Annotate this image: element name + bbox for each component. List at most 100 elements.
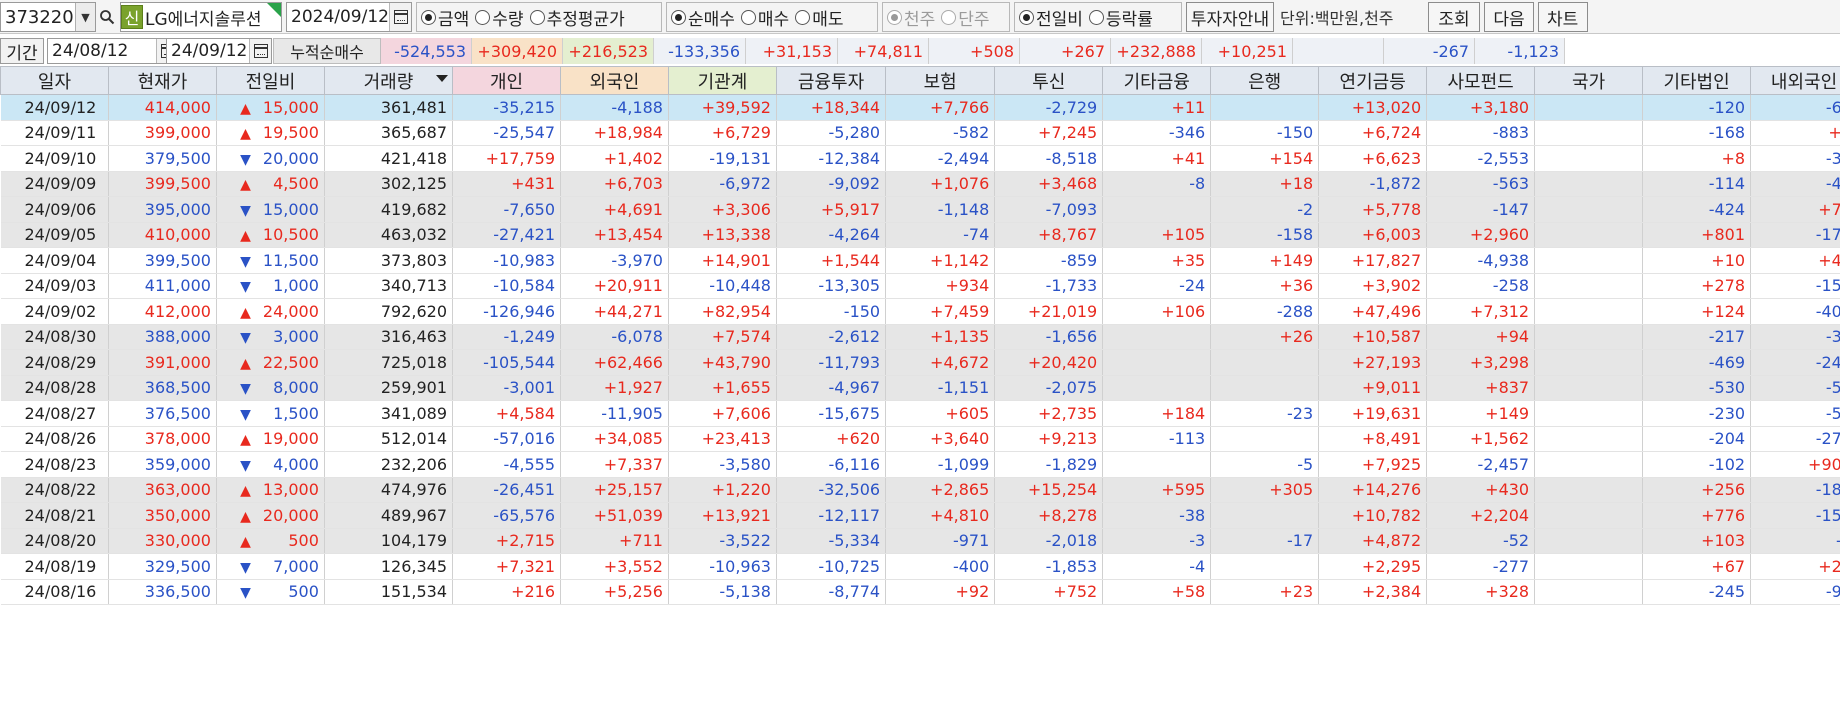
table-row[interactable]: 24/09/03 411,000 ▼ 1,000 340,713 -10,584 +20,9…	[0, 273, 1840, 299]
table-row[interactable]: 24/09/12 414,000 ▲ 15,000 361,481 -35,215 -4,1…	[0, 94, 1840, 121]
trade-type-option-0[interactable]: 순매수	[671, 5, 735, 30]
chevron-down-icon[interactable]: ▼	[75, 3, 95, 31]
share-unit-option-0[interactable]: 천주	[887, 5, 935, 30]
table-row[interactable]: 24/08/28 368,500 ▼ 8,000 259,901 -3,001 +1,927…	[0, 375, 1840, 401]
query-button[interactable]: 조회	[1428, 2, 1480, 32]
table-row[interactable]: 24/08/19 329,500 ▼ 7,000 126,345 +7,321 +3,552…	[0, 553, 1840, 580]
volume-cell: 365,687	[324, 120, 454, 146]
column-header-label: 기타금융	[1123, 71, 1190, 93]
radio-button[interactable]	[795, 9, 811, 25]
table-row[interactable]: 24/08/23 359,000 ▼ 4,000 232,206 -4,555 +7,337…	[0, 451, 1840, 478]
price-cell: 368,500	[108, 375, 217, 401]
radio-button[interactable]	[529, 9, 545, 25]
table-row[interactable]: 24/08/22 363,000 ▲ 13,000 474,976 -26,451 +25,…	[0, 477, 1840, 503]
radio-button[interactable]	[475, 9, 491, 25]
table-row[interactable]: 24/08/16 336,500 ▼ 500 151,534 +216 +5,256 -5,1…	[0, 579, 1840, 605]
stock-code-field[interactable]: 373220 ▼	[0, 2, 96, 32]
investor-value-cell: -11,793	[776, 349, 887, 376]
column-header[interactable]: 금융투자	[775, 66, 887, 95]
calendar-icon[interactable]	[389, 3, 411, 31]
period-label: 기간	[0, 38, 44, 64]
investor-guide-button[interactable]: 투자자안내	[1186, 2, 1274, 32]
start-date-field[interactable]: 24/08/12	[47, 38, 179, 64]
column-header[interactable]: 투신	[994, 66, 1104, 95]
date-field[interactable]: 2024/09/12	[286, 2, 412, 32]
chart-button[interactable]: 차트	[1538, 2, 1588, 32]
table-row[interactable]: 24/09/11 399,000 ▲ 19,500 365,687 -25,547 +18,…	[0, 120, 1840, 146]
column-header[interactable]: 사모펀드	[1426, 66, 1536, 95]
sort-down-icon[interactable]	[436, 75, 449, 82]
volume-cell: 104,179	[324, 528, 454, 554]
trade-type-option-1[interactable]: 매수	[740, 5, 789, 30]
radio-button[interactable]	[1088, 9, 1104, 25]
compare-option-1[interactable]: 등락률	[1088, 5, 1153, 30]
table-row[interactable]: 24/08/30 388,000 ▼ 3,000 316,463 -1,249 -6,078…	[0, 324, 1840, 350]
table-row[interactable]: 24/08/20 330,000 ▲ 500 104,179 +2,715 +711 -3,5…	[0, 528, 1840, 554]
date-cell: 24/09/11	[0, 120, 109, 146]
column-header[interactable]: 기타법인	[1642, 66, 1752, 95]
table-row[interactable]: 24/08/26 378,000 ▲ 19,000 512,014 -57,016 +34,…	[0, 426, 1840, 452]
column-header[interactable]: 연기금등	[1318, 66, 1428, 95]
column-header[interactable]: 전일비	[215, 66, 325, 95]
next-button[interactable]: 다음	[1484, 2, 1534, 32]
investor-value-cell: +14,901	[668, 247, 777, 274]
radio-button[interactable]	[740, 9, 756, 25]
investor-trading-grid[interactable]: 일자 현재가 전일비 거래량 개인 외국인 기관계 금융투자 보험 투신 기타금융 은행 연기금등 사모펀…	[0, 66, 1840, 720]
compare-option-0[interactable]: 전일비	[1019, 5, 1083, 30]
column-header[interactable]: 은행	[1210, 66, 1320, 95]
column-header[interactable]: 보험	[885, 66, 996, 95]
investor-value-cell: +1,544	[776, 247, 887, 274]
table-row[interactable]: 24/09/02 412,000 ▲ 24,000 792,620 -126,946 +44…	[0, 298, 1840, 325]
column-header[interactable]: 현재가	[107, 66, 217, 95]
column-header[interactable]: 기타금융	[1102, 66, 1212, 95]
volume-cell: 232,206	[324, 451, 454, 478]
column-header[interactable]: 일자	[0, 66, 109, 95]
table-row[interactable]: 24/09/04 399,500 ▼ 11,500 373,803 -10,983 -3,9…	[0, 247, 1840, 274]
investor-value-cell	[1534, 502, 1644, 529]
column-header-label: 투신	[1032, 71, 1066, 93]
stock-name-box[interactable]: 신 LG에너지솔루션	[120, 2, 282, 32]
investor-value-cell: +18,984	[560, 120, 669, 146]
value-type-option-1[interactable]: 수량	[475, 5, 524, 30]
investor-value-cell	[1102, 451, 1212, 478]
triangle-down-icon: ▼	[240, 381, 251, 398]
table-row[interactable]: 24/08/27 376,500 ▼ 1,500 341,089 +4,584 -11,90…	[0, 400, 1840, 427]
end-date-field[interactable]: 24/09/12	[166, 38, 272, 64]
column-header[interactable]: 개인	[452, 66, 562, 95]
end-date-value[interactable]: 24/09/12	[167, 41, 249, 61]
column-header[interactable]: 기관계	[667, 66, 777, 95]
date-value[interactable]: 2024/09/12	[287, 7, 389, 27]
investor-value-cell: -2,494	[885, 145, 996, 172]
radio-button[interactable]	[1019, 9, 1034, 25]
table-row[interactable]: 24/09/06 395,000 ▼ 15,000 419,682 -7,650 +4,69…	[0, 196, 1840, 223]
value-type-option-2[interactable]: 추정평균가	[529, 5, 625, 30]
investor-value-cell: -102	[1642, 451, 1752, 478]
trade-type-option-2[interactable]: 매도	[795, 5, 843, 30]
start-date-value[interactable]: 24/08/12	[48, 41, 156, 61]
radio-button[interactable]	[421, 9, 436, 25]
table-row[interactable]: 24/09/09 399,500 ▲ 4,500 302,125 +431 +6,703 -6…	[0, 171, 1840, 197]
search-icon[interactable]	[96, 2, 118, 32]
stock-code-value[interactable]: 373220	[1, 7, 75, 28]
value-type-option-0[interactable]: 금액	[421, 5, 469, 30]
radio-button[interactable]	[671, 9, 686, 25]
radio-button[interactable]	[941, 9, 957, 25]
column-header[interactable]: 내외국인	[1750, 66, 1840, 95]
investor-value-cell: +43,790	[668, 349, 777, 376]
investor-value-cell	[1210, 426, 1320, 452]
table-row[interactable]: 24/09/05 410,000 ▲ 10,500 463,032 -27,421 +13,…	[0, 222, 1840, 248]
cumulative-value-cell: -1,123	[1475, 38, 1565, 64]
column-header[interactable]: 거래량	[323, 66, 454, 95]
table-row[interactable]: 24/09/10 379,500 ▼ 20,000 421,418 +17,759 +1,4…	[0, 145, 1840, 172]
radio-button[interactable]	[887, 9, 902, 25]
price-cell: 388,000	[108, 324, 217, 350]
calendar-icon[interactable]	[249, 39, 271, 63]
table-row[interactable]: 24/08/29 391,000 ▲ 22,500 725,018 -105,544 +62…	[0, 349, 1840, 376]
share-unit-option-1[interactable]: 단주	[941, 5, 990, 30]
column-header[interactable]: 외국인	[560, 66, 669, 95]
investor-value-cell: +934	[885, 273, 996, 299]
investor-value-cell: +4,872	[1318, 528, 1428, 554]
table-row[interactable]: 24/08/21 350,000 ▲ 20,000 489,967 -65,576 +51,…	[0, 502, 1840, 529]
column-header[interactable]: 국가	[1534, 66, 1644, 95]
investor-value-cell: +1,142	[885, 247, 996, 274]
